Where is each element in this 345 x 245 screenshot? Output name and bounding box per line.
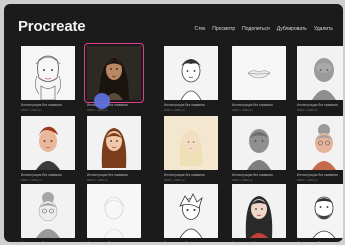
artwork-thumbnail[interactable] (21, 46, 75, 100)
artwork-title: Иллюстрация без названия (164, 103, 205, 107)
artwork-dimensions: 2000 × 2000 px (87, 178, 108, 182)
artwork-card[interactable]: Иллюстрация без названия2000 × 2000 px (164, 46, 218, 112)
artwork-thumbnail[interactable] (87, 116, 141, 170)
artwork-dimensions: 2000 × 2000 px (232, 108, 253, 112)
artwork-card[interactable]: Иллюстрация без названия2000 × 2000 px (297, 46, 343, 112)
artwork-title: Иллюстрация без названия (232, 241, 286, 242)
artwork-dimensions: 2000 × 2000 px (297, 178, 318, 182)
artwork-thumbnail[interactable] (297, 116, 343, 170)
artwork-title: Иллюстрация без названия (297, 241, 343, 242)
artwork-title: Иллюстрация без названия (164, 241, 218, 242)
artwork-dimensions: 2000 × 2000 px (21, 178, 42, 182)
artwork-thumbnail[interactable] (232, 46, 286, 100)
artwork-thumbnail[interactable] (84, 43, 144, 103)
artwork-dimensions: 2000 × 2000 px (297, 108, 318, 112)
artwork-gallery: Иллюстрация без названия2000 × 2000 pxИл… (4, 4, 343, 242)
artwork-title: Иллюстрация без названия (21, 173, 62, 177)
procreate-gallery-window: Procreate Стек Просмотр Поделиться Дубли… (4, 4, 343, 242)
artwork-card[interactable]: Иллюстрация без названия2000 × 2000 px (297, 116, 343, 182)
artwork-thumbnail[interactable] (232, 184, 286, 238)
artwork-title: Иллюстрация без названия (21, 103, 62, 107)
artwork-title: Иллюстрация без названия (164, 173, 205, 177)
artwork-dimensions: 2000 × 2000 px (232, 178, 253, 182)
artwork-thumbnail[interactable] (232, 116, 286, 170)
artwork-card[interactable]: Иллюстрация без названия2000 × 2000 px (297, 184, 343, 242)
artwork-title: Иллюстрация без названия (87, 173, 128, 177)
artwork-card[interactable]: Иллюстрация без названия2000 × 2000 px (164, 116, 218, 182)
artwork-card[interactable]: Иллюстрация без названия2000 × 2000 px (21, 116, 75, 182)
artwork-card[interactable]: Иллюстрация без названия2000 × 2000 px (21, 46, 75, 112)
artwork-card[interactable]: Иллюстрация без названия2000 × 2000 px (232, 184, 286, 242)
artwork-title: Иллюстрация без названия (297, 173, 338, 177)
artwork-title: Иллюстрация без названия (87, 241, 141, 242)
artwork-card[interactable]: Иллюстрация без названия2000 × 2000 px (232, 46, 286, 112)
artwork-thumbnail[interactable] (297, 184, 343, 238)
artwork-thumbnail[interactable] (21, 116, 75, 170)
artwork-card[interactable]: Иллюстрация без названия2000 × 2000 px (87, 116, 141, 182)
artwork-card[interactable]: Иллюстрация без названия2000 × 2000 px (232, 116, 286, 182)
artwork-title: Иллюстрация без названия (232, 103, 273, 107)
artwork-thumbnail[interactable] (164, 46, 218, 100)
artwork-dimensions: 2000 × 2000 px (87, 108, 108, 112)
artwork-thumbnail[interactable] (87, 184, 141, 238)
artwork-title: Иллюстрация без названия (297, 103, 338, 107)
artwork-thumbnail[interactable] (164, 116, 218, 170)
artwork-dimensions: 2000 × 2000 px (164, 108, 185, 112)
artwork-thumbnail[interactable] (164, 184, 218, 238)
touch-indicator (94, 93, 110, 109)
artwork-dimensions: 2000 × 2000 px (164, 178, 185, 182)
artwork-thumbnail[interactable] (21, 184, 75, 238)
artwork-card[interactable]: Иллюстрация без названия2000 × 2000 px (164, 184, 218, 242)
artwork-card[interactable]: Иллюстрация без названия2000 × 2000 px (21, 184, 75, 242)
artwork-thumbnail[interactable] (297, 46, 343, 100)
artwork-title: Иллюстрация без названия (21, 241, 75, 242)
artwork-title: Иллюстрация без названия (232, 173, 273, 177)
artwork-dimensions: 2000 × 2000 px (21, 108, 42, 112)
artwork-card[interactable]: Иллюстрация без названия2000 × 2000 px (87, 184, 141, 242)
